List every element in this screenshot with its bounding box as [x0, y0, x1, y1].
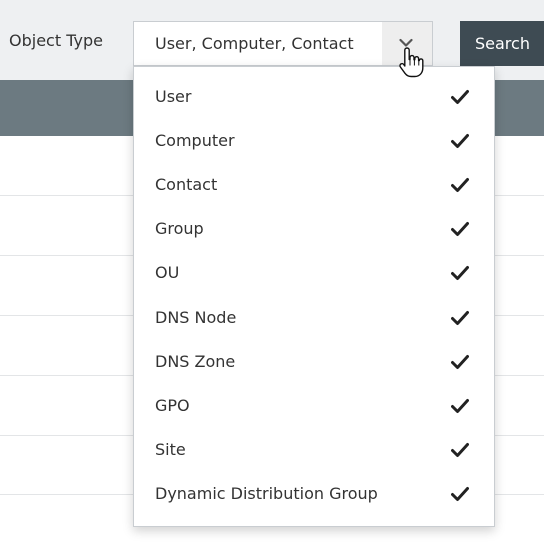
dropdown-option-gpo[interactable]: GPO	[134, 386, 494, 430]
checkmark-icon	[451, 90, 469, 104]
checkmark-icon	[451, 443, 469, 457]
search-button[interactable]: Search	[460, 21, 544, 66]
dropdown-option-dynamic-distribution-group[interactable]: Dynamic Distribution Group	[134, 474, 494, 518]
dropdown-option-user[interactable]: User	[134, 77, 494, 121]
dropdown-toggle[interactable]	[382, 22, 432, 65]
object-type-dropdown: User Computer Contact Group OU DNS Node …	[133, 66, 495, 527]
dropdown-option-label: Contact	[155, 175, 218, 194]
dropdown-option-label: User	[155, 87, 192, 106]
checkmark-icon	[451, 487, 469, 501]
dropdown-option-label: Dynamic Distribution Group	[155, 484, 378, 503]
dropdown-option-contact[interactable]: Contact	[134, 165, 494, 209]
object-type-select[interactable]: User, Computer, Contact	[133, 21, 433, 66]
dropdown-option-dns-node[interactable]: DNS Node	[134, 298, 494, 342]
dropdown-option-dns-zone[interactable]: DNS Zone	[134, 342, 494, 386]
checkmark-icon	[451, 266, 469, 280]
dropdown-option-label: OU	[155, 263, 180, 282]
chevron-down-icon	[399, 38, 413, 47]
dropdown-option-label: GPO	[155, 396, 190, 415]
checkmark-icon	[451, 178, 469, 192]
dropdown-option-label: Site	[155, 440, 186, 459]
checkmark-icon	[451, 355, 469, 369]
dropdown-option-label: Computer	[155, 131, 235, 150]
page: Object Type User, Computer, Contact Sear…	[0, 0, 544, 544]
checkmark-icon	[451, 222, 469, 236]
dropdown-option-label: DNS Node	[155, 308, 237, 327]
dropdown-option-label: DNS Zone	[155, 352, 236, 371]
dropdown-option-site[interactable]: Site	[134, 430, 494, 474]
checkmark-icon	[451, 311, 469, 325]
dropdown-option-ou[interactable]: OU	[134, 253, 494, 297]
object-type-selected-value: User, Computer, Contact	[155, 34, 354, 53]
dropdown-option-group[interactable]: Group	[134, 209, 494, 253]
dropdown-option-label: Group	[155, 219, 204, 238]
checkmark-icon	[451, 399, 469, 413]
dropdown-option-computer[interactable]: Computer	[134, 121, 494, 165]
object-type-label: Object Type	[9, 31, 103, 50]
checkmark-icon	[451, 134, 469, 148]
